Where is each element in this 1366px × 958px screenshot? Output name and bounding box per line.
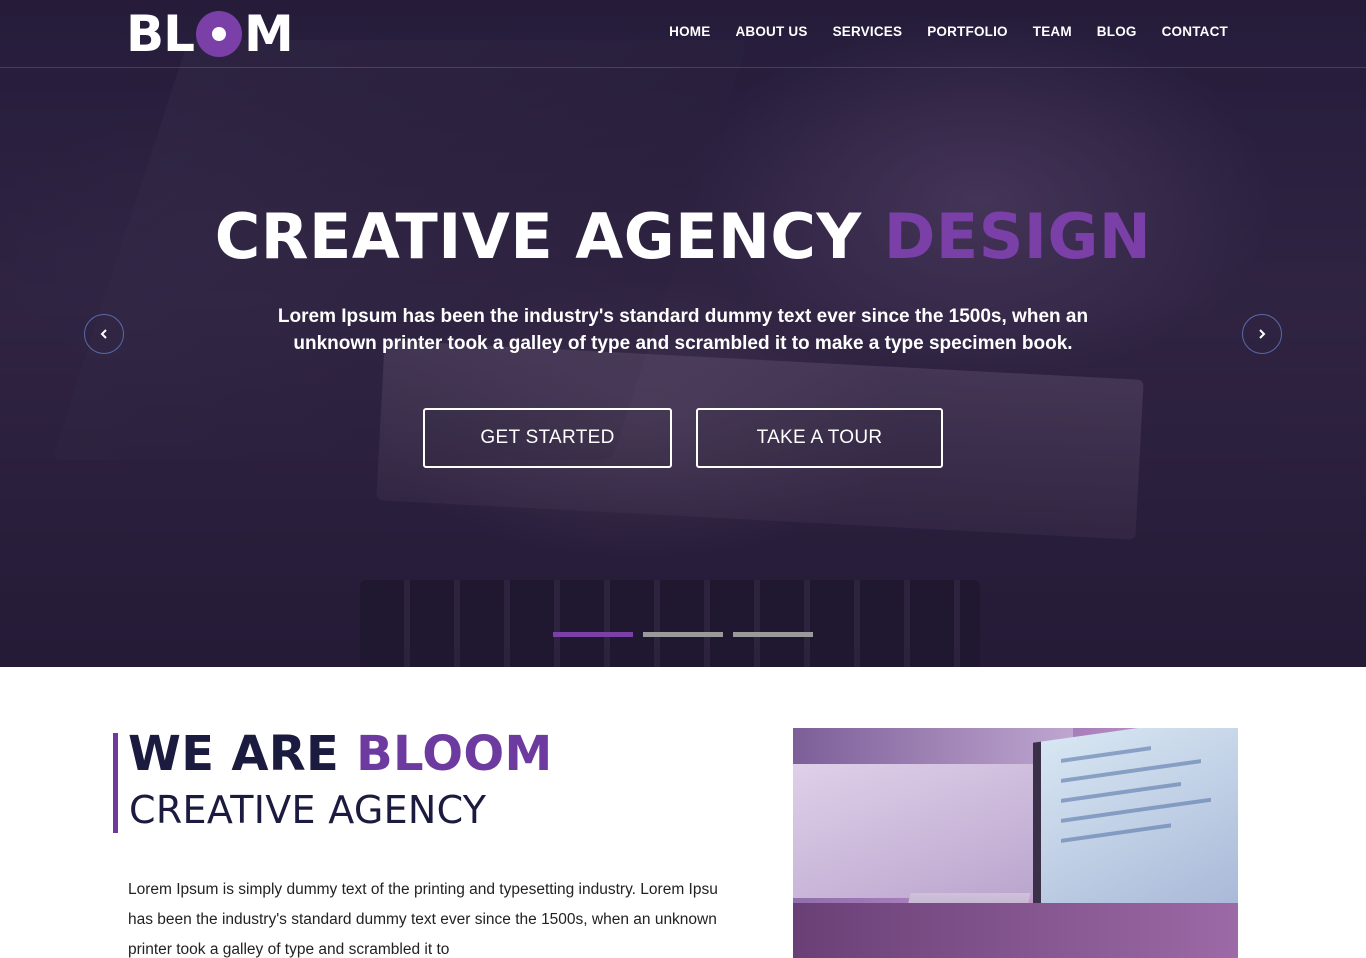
nav-team[interactable]: TEAM (1033, 24, 1072, 39)
hero-slider: CREATIVE AGENCY DESIGN Lorem Ipsum has b… (0, 0, 1366, 667)
slider-dot-2[interactable] (643, 632, 723, 637)
logo-o-icon (195, 11, 242, 57)
nav-blog[interactable]: BLOG (1097, 24, 1137, 39)
nav-home[interactable]: HOME (669, 24, 710, 39)
slider-next-button[interactable] (1242, 314, 1282, 354)
hero-subtitle: Lorem Ipsum has been the industry's stan… (277, 306, 1089, 354)
chevron-right-icon (1259, 329, 1266, 339)
about-text: Lorem Ipsum is simply dummy text of the … (128, 881, 718, 958)
about-heading-accent: BLOOM (356, 726, 553, 782)
hero-title: CREATIVE AGENCY DESIGN (0, 200, 1366, 273)
nav-contact[interactable]: CONTACT (1162, 24, 1228, 39)
laptop-ui-row (1061, 759, 1201, 783)
about-heading: WE ARE BLOOM (128, 726, 553, 782)
about-heading-main: WE ARE (128, 726, 340, 782)
take-a-tour-button[interactable]: TAKE A TOUR (696, 408, 943, 468)
slider-pagination (553, 632, 823, 637)
chevron-left-icon (100, 329, 107, 339)
get-started-button[interactable]: GET STARTED (423, 408, 672, 468)
logo-text-left: BL (126, 5, 195, 63)
laptop-ui-row (1061, 746, 1151, 763)
laptop-ui-row (1061, 823, 1171, 843)
slider-dot-3[interactable] (733, 632, 813, 637)
navbar: BL M HOME ABOUT US SERVICES PORTFOLIO TE… (0, 0, 1366, 68)
main-menu: HOME ABOUT US SERVICES PORTFOLIO TEAM BL… (644, 24, 1228, 39)
desk-surface (793, 903, 1238, 958)
about-subheading: CREATIVE AGENCY (129, 788, 487, 832)
hero-title-accent: DESIGN (883, 200, 1152, 273)
logo-text-right: M (243, 5, 294, 63)
laptop-ui-row (1061, 797, 1211, 823)
laptop-ui-row (1061, 781, 1181, 803)
about-accent-bar (113, 733, 118, 833)
nav-services[interactable]: SERVICES (833, 24, 903, 39)
imac-screen-top (793, 728, 1073, 764)
slider-dot-1[interactable] (553, 632, 633, 637)
hero-title-main: CREATIVE AGENCY (214, 200, 862, 273)
nav-about-us[interactable]: ABOUT US (735, 24, 807, 39)
apple-logo-icon (903, 780, 933, 816)
imac-illustration (793, 728, 1073, 898)
slider-prev-button[interactable] (84, 314, 124, 354)
logo[interactable]: BL M (126, 5, 294, 63)
nav-portfolio[interactable]: PORTFOLIO (927, 24, 1008, 39)
about-image (793, 728, 1238, 958)
